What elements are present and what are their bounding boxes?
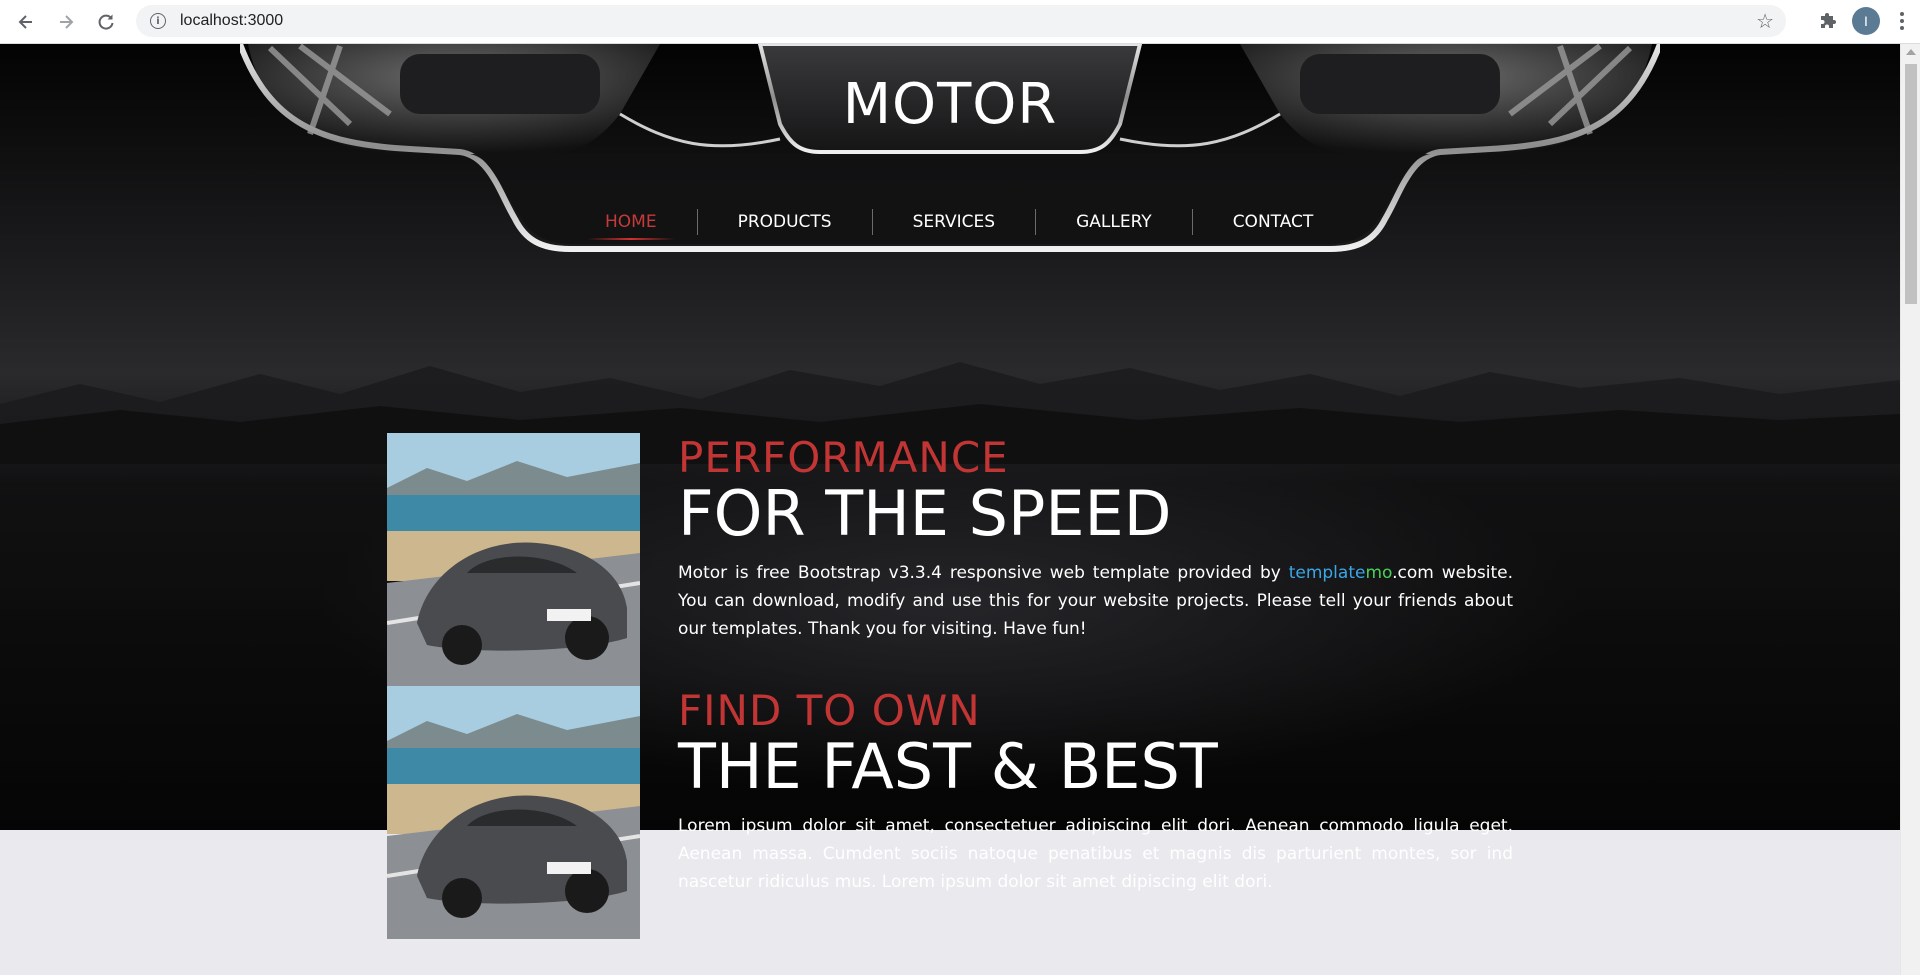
- address-bar[interactable]: i localhost:3000 ☆: [136, 5, 1786, 37]
- scrollbar-thumb[interactable]: [1905, 64, 1917, 304]
- feature-block-performance: PERFORMANCE FOR THE SPEED Motor is free …: [678, 433, 1513, 643]
- reload-icon[interactable]: [92, 8, 120, 36]
- nav-home[interactable]: HOME: [565, 202, 697, 242]
- section-kicker: FIND TO OWN: [678, 686, 981, 735]
- url-text[interactable]: localhost:3000: [180, 12, 283, 30]
- feature-block-find-to-own: FIND TO OWN THE FAST & BEST Lorem ipsum …: [678, 686, 1513, 896]
- nav-contact[interactable]: CONTACT: [1193, 202, 1354, 242]
- link-text[interactable]: template: [1289, 563, 1366, 583]
- nav-gallery[interactable]: GALLERY: [1036, 202, 1192, 242]
- extensions-puzzle-icon[interactable]: [1814, 6, 1844, 36]
- browser-toolbar: i localhost:3000 ☆ I: [0, 0, 1920, 44]
- page-scrollbar[interactable]: [1900, 44, 1920, 975]
- menu-kebab-icon[interactable]: [1892, 7, 1912, 35]
- scroll-up-arrow-icon[interactable]: [1906, 49, 1916, 55]
- car-photo: [387, 433, 640, 686]
- section-headline: FOR THE SPEED: [678, 477, 1172, 550]
- page-viewport: MOTOR HOME PRODUCTS SERVICES GALLERY CON…: [0, 44, 1900, 975]
- info-icon[interactable]: i: [150, 13, 166, 29]
- link-text[interactable]: mo: [1365, 563, 1392, 583]
- profile-avatar[interactable]: I: [1852, 7, 1880, 35]
- nav-products[interactable]: PRODUCTS: [698, 202, 872, 242]
- forward-arrow-icon[interactable]: [52, 8, 80, 36]
- section-paragraph: Motor is free Bootstrap v3.3.4 responsiv…: [678, 559, 1513, 643]
- paragraph-text: Motor is free Bootstrap v3.3.4 responsiv…: [678, 563, 1289, 583]
- back-arrow-icon[interactable]: [12, 8, 40, 36]
- templatemo-link[interactable]: templatemo: [1289, 563, 1392, 583]
- star-icon[interactable]: ☆: [1756, 11, 1774, 31]
- section-headline: THE FAST & BEST: [678, 730, 1218, 803]
- main-navigation: HOME PRODUCTS SERVICES GALLERY CONTACT: [565, 202, 1353, 242]
- car-photo: [387, 686, 640, 939]
- section-kicker: PERFORMANCE: [678, 433, 1009, 482]
- site-logo[interactable]: MOTOR: [0, 72, 1900, 137]
- nav-services[interactable]: SERVICES: [873, 202, 1035, 242]
- section-paragraph: Lorem ipsum dolor sit amet, consectetuer…: [678, 816, 1513, 892]
